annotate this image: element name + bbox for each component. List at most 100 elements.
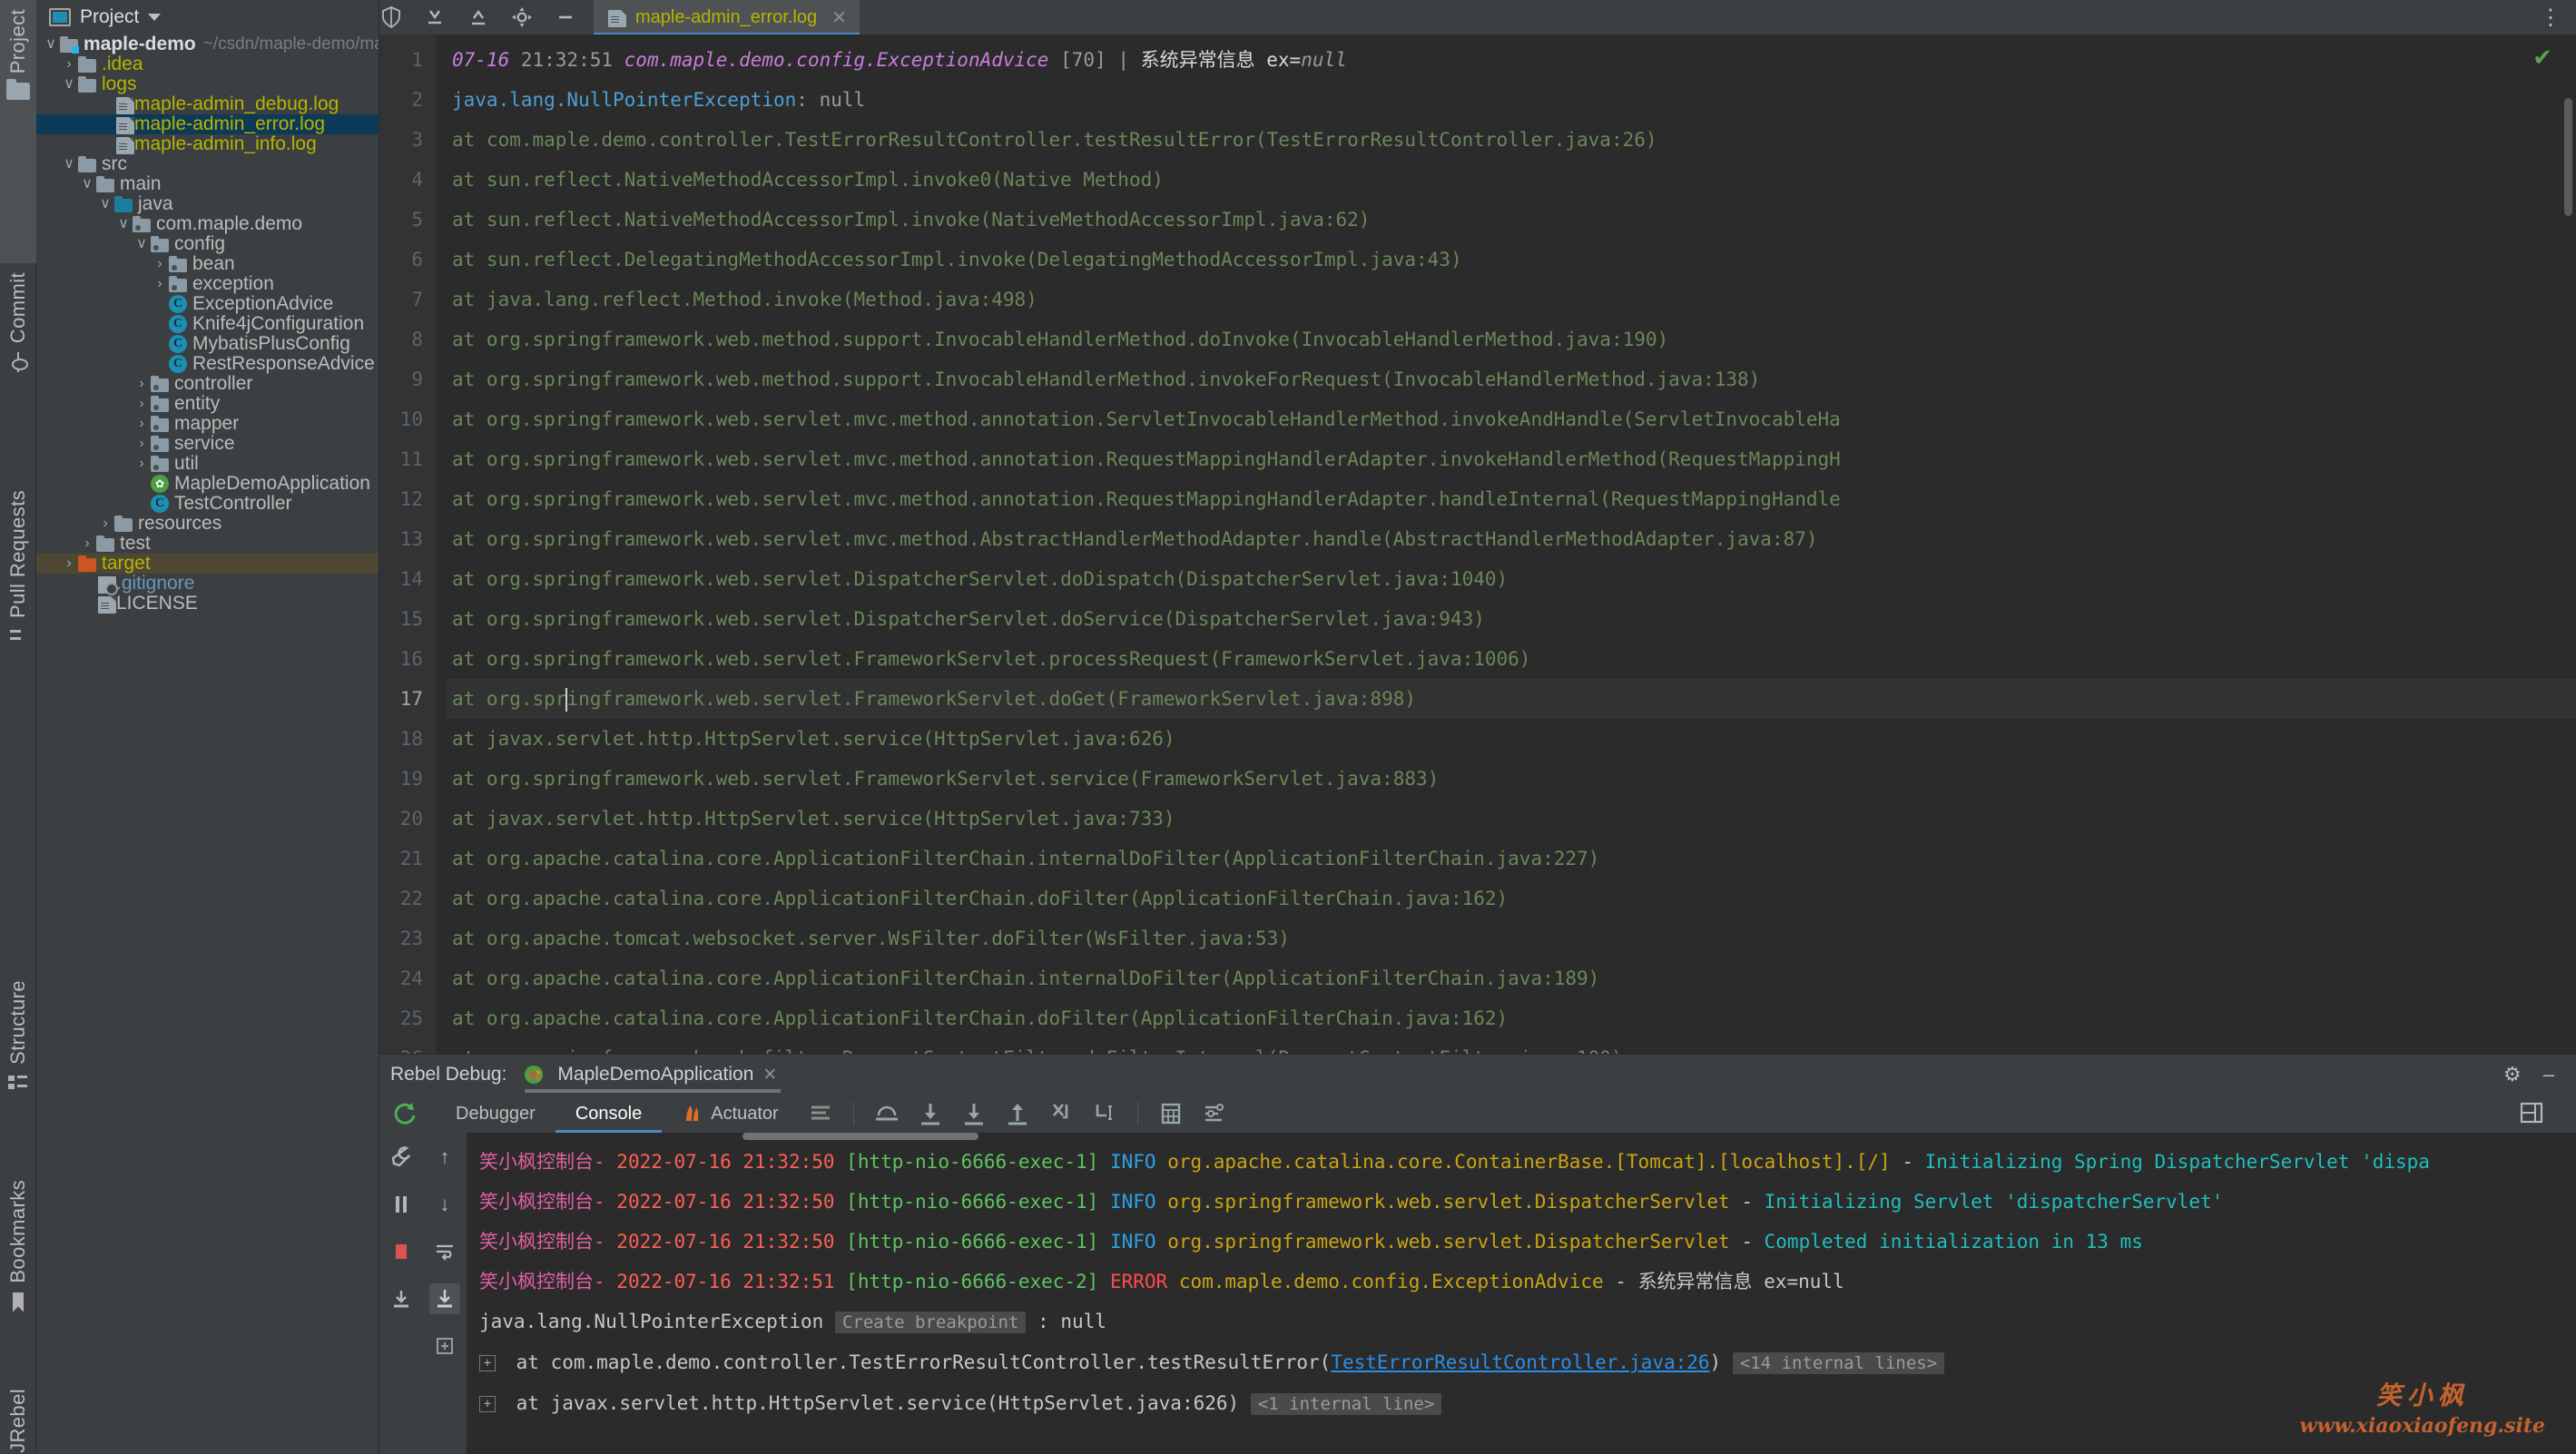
tab-debugger[interactable]: Debugger: [436, 1095, 556, 1133]
code-line[interactable]: at javax.servlet.http.HttpServlet.servic…: [447, 719, 2576, 759]
tab-console[interactable]: Console: [556, 1095, 662, 1133]
layout-icon[interactable]: [2518, 1099, 2547, 1128]
filter-icon[interactable]: [1200, 1099, 1229, 1128]
close-icon[interactable]: ✕: [831, 6, 847, 29]
code-line[interactable]: java.lang.NullPointerException: null: [447, 80, 2576, 120]
chevron-right-icon[interactable]: ›: [133, 434, 151, 454]
code-line[interactable]: at sun.reflect.NativeMethodAccessorImpl.…: [447, 200, 2576, 240]
chevron-right-icon[interactable]: ›: [133, 374, 151, 394]
code-line[interactable]: at org.springframework.web.servlet.mvc.m…: [447, 439, 2576, 479]
tree-node-mapledemoapplication[interactable]: ✿MapleDemoApplication: [36, 474, 379, 494]
settings-gear-icon[interactable]: [510, 5, 534, 29]
project-tree[interactable]: ∨maple-demo~/csdn/maple-demo/maple-demo›…: [36, 34, 379, 1454]
settings-wrench-icon[interactable]: [386, 1142, 417, 1173]
tree-node-controller[interactable]: ›controller: [36, 374, 379, 394]
scroll-to-end-icon[interactable]: [429, 1283, 460, 1314]
up-arrow-icon[interactable]: ↑: [429, 1142, 460, 1173]
tree-node-mapper[interactable]: ›mapper: [36, 414, 379, 434]
chevron-down-icon[interactable]: ∨: [78, 174, 96, 194]
inspection-status-icon[interactable]: ✔: [2532, 44, 2552, 72]
down-arrow-icon[interactable]: ↓: [429, 1189, 460, 1220]
sidebar-item-pull-requests[interactable]: Pull Requests: [0, 490, 36, 762]
pause-icon[interactable]: [386, 1189, 417, 1220]
tree-node-maple-admin-debug-log[interactable]: maple-admin_debug.log: [36, 94, 379, 114]
code-line[interactable]: at sun.reflect.DelegatingMethodAccessorI…: [447, 240, 2576, 280]
tree-node--idea[interactable]: ›.idea: [36, 54, 379, 74]
code-line[interactable]: at org.springframework.web.servlet.Dispa…: [447, 559, 2576, 599]
tree-node-maple-admin-error-log[interactable]: maple-admin_error.log: [36, 114, 379, 134]
code-line[interactable]: at java.lang.reflect.Method.invoke(Metho…: [447, 280, 2576, 319]
tree-node-main[interactable]: ∨main: [36, 174, 379, 194]
chevron-down-icon[interactable]: ∨: [114, 214, 133, 234]
chevron-right-icon[interactable]: ›: [60, 554, 78, 574]
code-line[interactable]: at org.springframework.web.filter.Reques…: [447, 1038, 2576, 1054]
tree-node-restresponseadvice[interactable]: CRestResponseAdvice: [36, 354, 379, 374]
expand-tree-icon[interactable]: [429, 1331, 460, 1361]
tree-node-license[interactable]: LICENSE: [36, 594, 379, 614]
tree-node-exceptionadvice[interactable]: CExceptionAdvice: [36, 294, 379, 314]
code-line[interactable]: at org.springframework.web.servlet.Frame…: [447, 679, 2576, 719]
expand-frame-icon-2[interactable]: +: [479, 1396, 496, 1412]
shield-icon[interactable]: [379, 5, 403, 29]
force-step-into-icon[interactable]: [959, 1099, 988, 1128]
chevron-right-icon[interactable]: ›: [151, 274, 169, 294]
code-line[interactable]: at org.apache.catalina.core.ApplicationF…: [447, 998, 2576, 1038]
chevron-right-icon[interactable]: ›: [133, 454, 151, 474]
chevron-down-icon[interactable]: ∨: [133, 234, 151, 254]
code-line[interactable]: at org.springframework.web.servlet.Frame…: [447, 639, 2576, 679]
step-over-icon[interactable]: [872, 1099, 901, 1128]
tree-node-test[interactable]: ›test: [36, 534, 379, 554]
chevron-down-icon[interactable]: [148, 14, 161, 21]
chevron-down-icon[interactable]: ∨: [60, 74, 78, 94]
sidebar-item-project[interactable]: Project: [0, 0, 36, 263]
tree-node-bean[interactable]: ›bean: [36, 254, 379, 274]
step-into-icon[interactable]: [916, 1099, 945, 1128]
code-line[interactable]: 07-16 21:32:51 com.maple.demo.config.Exc…: [447, 40, 2576, 80]
soft-wrap-toggle-icon[interactable]: [429, 1236, 460, 1267]
folded-frames-chip-2[interactable]: <1 internal line>: [1251, 1393, 1441, 1415]
code-line[interactable]: at org.springframework.web.servlet.Dispa…: [447, 599, 2576, 639]
sidebar-item-structure[interactable]: Structure: [0, 980, 36, 1175]
drop-frame-icon[interactable]: [1047, 1099, 1076, 1128]
code-line[interactable]: at org.springframework.web.method.suppor…: [447, 319, 2576, 359]
tab-actuator[interactable]: Actuator: [662, 1095, 798, 1133]
stack-trace-link[interactable]: TestErrorResultController.java:26: [1331, 1351, 1709, 1373]
sidebar-item-jrebel[interactable]: JRebel JR: [0, 1389, 36, 1454]
gear-icon[interactable]: ⚙: [2503, 1063, 2522, 1086]
tree-node-maple-admin-info-log[interactable]: maple-admin_info.log: [36, 134, 379, 154]
tree-node-target[interactable]: ›target: [36, 554, 379, 574]
expand-all-icon[interactable]: [467, 5, 490, 29]
tree-node-testcontroller[interactable]: CTestController: [36, 494, 379, 514]
code-line[interactable]: at com.maple.demo.controller.TestErrorRe…: [447, 120, 2576, 160]
chevron-right-icon[interactable]: ›: [133, 394, 151, 414]
evaluate-expression-icon[interactable]: [1156, 1099, 1185, 1128]
create-breakpoint-hint[interactable]: Create breakpoint: [835, 1312, 1026, 1333]
chevron-right-icon[interactable]: ›: [78, 534, 96, 554]
sidebar-item-bookmarks[interactable]: Bookmarks: [0, 1180, 36, 1384]
code-line[interactable]: at org.apache.catalina.core.ApplicationF…: [447, 879, 2576, 919]
code-line[interactable]: at org.apache.catalina.core.ApplicationF…: [447, 958, 2576, 998]
print-icon[interactable]: [386, 1283, 417, 1314]
editor-area[interactable]: 1234567891011121314151617181920212223242…: [379, 34, 2576, 1054]
sidebar-item-commit[interactable]: Commit: [0, 272, 36, 481]
folded-frames-chip[interactable]: <14 internal lines>: [1733, 1352, 1944, 1374]
tree-node-entity[interactable]: ›entity: [36, 394, 379, 414]
chevron-down-icon[interactable]: ∨: [42, 34, 60, 54]
tree-node-mybatisplusconfig[interactable]: CMybatisPlusConfig: [36, 334, 379, 354]
editor-tab-maple-admin-error-log[interactable]: maple-admin_error.log ✕: [594, 0, 860, 34]
tree-node-exception[interactable]: ›exception: [36, 274, 379, 294]
code-line[interactable]: at org.springframework.web.servlet.mvc.m…: [447, 399, 2576, 439]
tree-node-service[interactable]: ›service: [36, 434, 379, 454]
close-icon[interactable]: ✕: [762, 1065, 777, 1086]
minimize-icon[interactable]: –: [2543, 1063, 2554, 1086]
collapse-all-icon[interactable]: [423, 5, 447, 29]
code-line[interactable]: at org.apache.tomcat.websocket.server.Ws…: [447, 919, 2576, 958]
code-content[interactable]: 07-16 21:32:51 com.maple.demo.config.Exc…: [436, 34, 2576, 1054]
tree-node--gitignore[interactable]: .gitignore: [36, 574, 379, 594]
chevron-right-icon[interactable]: ›: [96, 514, 114, 534]
step-out-icon[interactable]: [1003, 1099, 1032, 1128]
tree-node-maple-demo[interactable]: ∨maple-demo~/csdn/maple-demo/maple-demo: [36, 34, 379, 54]
chevron-right-icon[interactable]: ›: [133, 414, 151, 434]
code-line[interactable]: at javax.servlet.http.HttpServlet.servic…: [447, 799, 2576, 839]
editor-scrollbar[interactable]: [2564, 98, 2572, 216]
